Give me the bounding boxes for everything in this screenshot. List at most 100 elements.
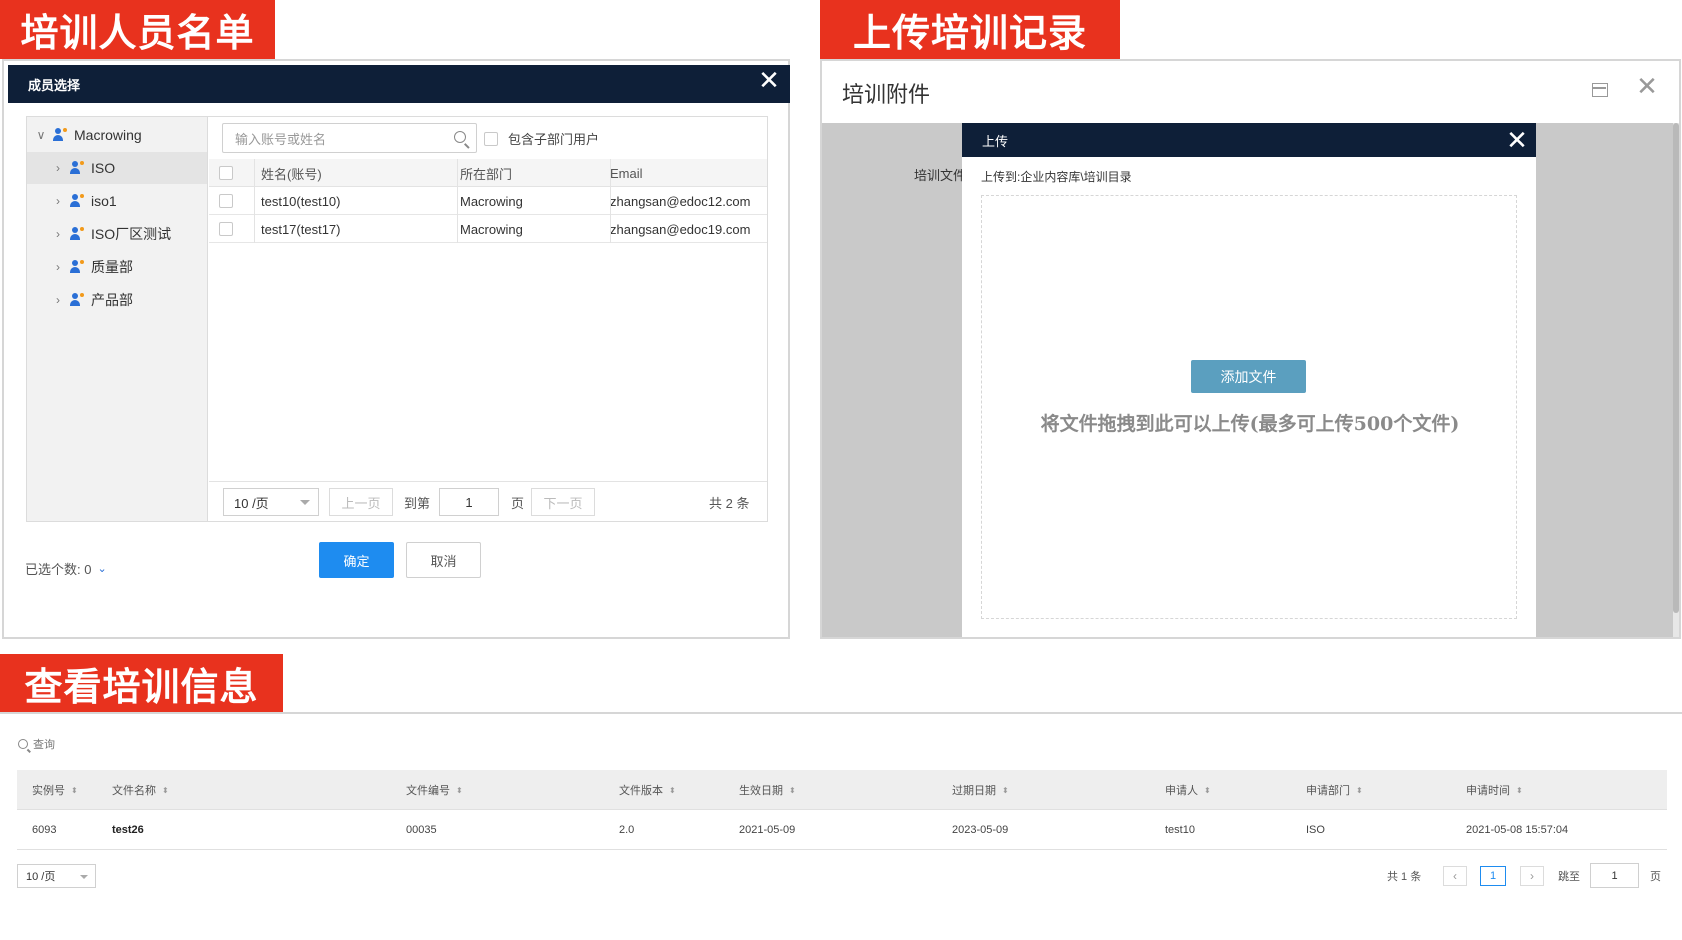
column-header-applicant-dept[interactable]: 申请部门 ⬍	[1306, 770, 1363, 810]
sort-icon[interactable]: ⬍	[1356, 786, 1363, 794]
include-sub-dept-label: 包含子部门用户	[508, 132, 600, 147]
table-row[interactable]: test10(test10) Macrowing zhangsan@edoc12…	[209, 187, 767, 215]
tree-item-iso[interactable]: › ISO	[27, 152, 207, 184]
view-tag: 查看培训信息	[0, 654, 283, 712]
close-icon[interactable]: ✕	[1504, 125, 1530, 155]
page-size-select[interactable]: 10 /页	[17, 864, 96, 888]
select-all-checkbox[interactable]	[219, 166, 233, 180]
total-count: 共 1 条	[1387, 871, 1422, 883]
next-page-icon[interactable]: ›	[1520, 866, 1544, 886]
chevron-down-icon[interactable]: ∨	[35, 128, 47, 142]
page-number-input[interactable]: 1	[439, 488, 499, 516]
query-search[interactable]: 查询	[18, 736, 55, 752]
prev-page-icon[interactable]: ‹	[1443, 866, 1467, 886]
close-icon[interactable]: ✕	[1634, 71, 1660, 101]
member-select-dialog: 成员选择 ✕ ∨ Macrowing › ISO › iso1 › ISO厂区测…	[2, 59, 790, 639]
column-header-instance[interactable]: 实例号 ⬍	[32, 770, 78, 810]
column-header-file-number[interactable]: 文件编号 ⬍	[406, 770, 463, 810]
scrollbar[interactable]	[1673, 123, 1679, 637]
chevron-right-icon[interactable]: ›	[52, 227, 64, 241]
tree-item-iso1[interactable]: › iso1	[27, 185, 207, 217]
tree-item-label: ISO厂区测试	[91, 226, 172, 242]
tree-item-iso-plant-test[interactable]: › ISO厂区测试	[27, 218, 207, 250]
add-file-button[interactable]: 添加文件	[1191, 360, 1306, 393]
sort-icon[interactable]: ⬍	[71, 786, 78, 794]
sort-icon[interactable]: ⬍	[456, 786, 463, 794]
member-dept: Macrowing	[460, 221, 523, 237]
column-header-file-version[interactable]: 文件版本 ⬍	[619, 770, 676, 810]
member-name: test10(test10)	[261, 193, 341, 209]
row-checkbox[interactable]	[219, 194, 233, 208]
search-icon	[18, 739, 28, 749]
prev-page-button[interactable]: 上一页	[329, 488, 393, 516]
table-row[interactable]: 6093 test26 00035 2.0 2021-05-09 2023-05…	[17, 810, 1667, 850]
column-header-effective-date[interactable]: 生效日期 ⬍	[739, 770, 796, 810]
search-input[interactable]: 输入账号或姓名	[222, 123, 477, 153]
column-header-applicant[interactable]: 申请人 ⬍	[1165, 770, 1211, 810]
row-checkbox-cell[interactable]	[219, 215, 233, 243]
cancel-button[interactable]: 取消	[406, 542, 481, 578]
dialog-header: 成员选择	[8, 65, 790, 103]
table-row[interactable]: test17(test17) Macrowing zhangsan@edoc19…	[209, 215, 767, 243]
sort-icon[interactable]: ⬍	[789, 786, 796, 794]
chevron-right-icon[interactable]: ›	[52, 293, 64, 307]
confirm-button[interactable]: 确定	[319, 542, 394, 578]
member-name: test17(test17)	[261, 221, 341, 237]
sort-icon[interactable]: ⬍	[669, 786, 676, 794]
query-label: 查询	[33, 739, 55, 751]
table-header: 姓名(账号) 所在部门 Email	[209, 159, 767, 187]
include-sub-dept[interactable]: 包含子部门用户	[484, 129, 599, 148]
upload-dialog: 上传 ✕ 上传到:企业内容库\培训目录 添加文件 将文件拖拽到此可以上传(最多可…	[962, 123, 1536, 637]
chevron-right-icon[interactable]: ›	[52, 161, 64, 175]
column-header-file-name[interactable]: 文件名称 ⬍	[112, 770, 169, 810]
training-attachment-window: 培训附件 ✕ 培训文件 上传 ✕ 上传到:企业内容库\培训目录 添加文件 将文件…	[820, 59, 1681, 639]
sort-icon[interactable]: ⬍	[1002, 786, 1009, 794]
sort-icon[interactable]: ⬍	[162, 786, 169, 794]
chevron-right-icon[interactable]: ›	[52, 194, 64, 208]
select-all-cell[interactable]	[219, 159, 233, 187]
next-page-button[interactable]: 下一页	[531, 488, 595, 516]
column-header-name: 姓名(账号)	[261, 166, 322, 182]
file-name-link[interactable]: test26	[112, 810, 144, 850]
tree-item-macrowing[interactable]: ∨ Macrowing	[27, 119, 207, 151]
page-size-select[interactable]: 10 /页	[223, 488, 319, 516]
current-page-button[interactable]: 1	[1480, 866, 1506, 886]
maximize-icon[interactable]	[1592, 83, 1608, 97]
column-header-expiry-date[interactable]: 过期日期 ⬍	[952, 770, 1009, 810]
tree-item-label: 产品部	[91, 292, 133, 308]
column-header-apply-time[interactable]: 申请时间 ⬍	[1466, 770, 1523, 810]
column-divider	[254, 159, 255, 243]
member-dept: Macrowing	[460, 193, 523, 209]
column-header-dept: 所在部门	[460, 166, 513, 182]
training-file-label: 培训文件	[914, 168, 967, 183]
file-drop-zone[interactable]: 添加文件 将文件拖拽到此可以上传(最多可上传500个文件)	[981, 195, 1517, 619]
tree-item-label: 质量部	[91, 259, 133, 275]
search-icon[interactable]	[454, 131, 466, 143]
chevron-right-icon[interactable]: ›	[52, 260, 64, 274]
chevron-down-icon	[80, 875, 88, 879]
selected-count[interactable]: 已选个数: 0 ⌄	[25, 559, 107, 578]
tree-item-label: ISO	[91, 160, 116, 176]
department-icon	[70, 227, 86, 241]
chevron-down-icon[interactable]: ⌄	[97, 562, 106, 575]
page-unit-label: 页	[1650, 871, 1661, 883]
sort-icon[interactable]: ⬍	[1204, 786, 1211, 794]
page-unit-label: 页	[511, 495, 525, 511]
tree-item-quality[interactable]: › 质量部	[27, 251, 207, 283]
column-divider	[457, 159, 458, 243]
apply-time: 2021-05-08 15:57:04	[1466, 824, 1569, 836]
instance-id: 6093	[32, 824, 57, 836]
row-checkbox-cell[interactable]	[219, 187, 233, 215]
department-icon	[70, 194, 86, 208]
column-header-email: Email	[610, 165, 643, 181]
expiry-date: 2023-05-09	[952, 824, 1009, 836]
goto-label: 到第	[404, 495, 431, 511]
jump-page-input[interactable]: 1	[1590, 863, 1639, 888]
include-sub-dept-checkbox[interactable]	[484, 131, 498, 146]
row-checkbox[interactable]	[219, 222, 233, 236]
upload-dialog-title: 上传	[982, 133, 1009, 149]
tree-item-product[interactable]: › 产品部	[27, 284, 207, 316]
sort-icon[interactable]: ⬍	[1516, 786, 1523, 794]
applicant: test10	[1165, 824, 1195, 836]
close-icon[interactable]: ✕	[756, 65, 782, 95]
